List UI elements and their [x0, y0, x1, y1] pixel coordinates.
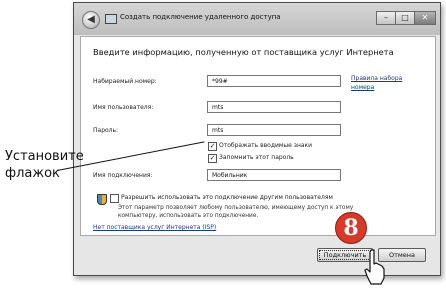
allow-others-checkbox[interactable]: [110, 194, 119, 203]
hand-cursor-icon: [364, 249, 385, 285]
phone-label: Набираемый номер:: [93, 78, 157, 85]
username-label: Имя пользователя:: [93, 104, 154, 111]
allow-others-note-line1: Этот параметр позволяет любому пользоват…: [118, 205, 354, 211]
callout-line1: Установите: [5, 149, 84, 164]
connection-name-field[interactable]: Мобильник: [207, 169, 341, 181]
username-field[interactable]: mts: [207, 101, 341, 113]
show-chars-label: Отображать вводимые знаки: [219, 142, 313, 149]
minimize-button[interactable]: –: [376, 11, 396, 25]
allow-others-note-line2: компьютеру, использовать это подключение…: [118, 213, 259, 219]
phone-field[interactable]: *99#: [207, 75, 341, 87]
network-icon: [105, 14, 117, 24]
password-label: Пароль:: [93, 127, 119, 134]
callout-text: Установите флажок: [5, 148, 84, 182]
window-title: Создать подключение удаленного доступа: [120, 13, 281, 21]
shield-icon: [97, 194, 107, 205]
step-number-badge: 8: [335, 212, 367, 244]
password-field[interactable]: mts: [207, 124, 341, 136]
title-bar: ◀ Создать подключение удаленного доступа…: [74, 3, 440, 35]
maximize-button[interactable]: □: [395, 11, 415, 25]
page-title: Введите информацию, полученную от постав…: [93, 47, 394, 57]
allow-others-note: Этот параметр позволяет любому пользоват…: [118, 204, 353, 220]
no-isp-link[interactable]: Нет поставщика услуг Интернета (ISP): [93, 223, 216, 232]
allow-others-label: Разрешить использовать это подключение д…: [121, 194, 333, 201]
close-button[interactable]: ✕: [414, 11, 436, 25]
show-chars-checkbox[interactable]: ✓: [208, 142, 217, 151]
back-arrow-icon[interactable]: ◀: [82, 11, 100, 29]
remember-password-label: Запомнить этот пароль: [219, 154, 294, 161]
remember-password-checkbox[interactable]: ✓: [208, 154, 217, 163]
dialog-window: ◀ Создать подключение удаленного доступа…: [73, 2, 441, 276]
dialing-rules-link[interactable]: Правила набора номера: [351, 74, 421, 92]
dialog-content: Введите информацию, полученную от постав…: [80, 36, 436, 236]
connection-name-label: Имя подключения:: [93, 172, 153, 179]
